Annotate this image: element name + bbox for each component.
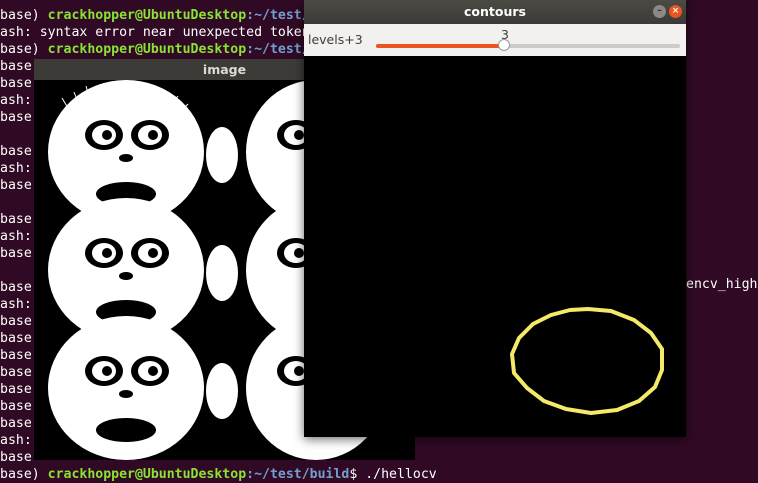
terminal-line: base (0, 109, 32, 126)
terminal-line: ash: (0, 92, 32, 109)
terminal-line-pre: base (0, 280, 32, 295)
terminal-line-pre: base (0, 144, 32, 159)
terminal-line: base (0, 347, 32, 364)
terminal-line: base (0, 449, 32, 466)
terminal-line: ash: (0, 160, 32, 177)
terminal-line-pre: base (0, 212, 32, 227)
terminal-line-pre: base (0, 246, 32, 261)
contour-drawing (510, 307, 664, 415)
terminal-line: base (0, 398, 32, 415)
terminal-line: base) crackhopper@UbuntuDesktop:~/test/b… (0, 41, 326, 58)
contour-ellipse (510, 307, 664, 415)
terminal-line-pre: base (0, 416, 32, 431)
trackbar-track[interactable] (376, 39, 680, 51)
terminal-line-pre: ash: syntax error near unexpected token (0, 25, 310, 40)
terminal-line-path: :~/test/build (246, 467, 350, 482)
terminal-line: base (0, 364, 32, 381)
terminal-line: base (0, 330, 32, 347)
trackbar-label: levels+3 (308, 32, 363, 47)
contours-window-title[interactable]: contours (304, 0, 686, 24)
trackbar-handle[interactable] (497, 39, 510, 51)
terminal-line: base (0, 211, 32, 228)
terminal-line-pre: base (0, 178, 32, 193)
terminal-line: base (0, 279, 32, 296)
contours-window[interactable]: contours – × levels+3 3 (304, 0, 686, 437)
terminal-line-pre: base) (0, 467, 48, 482)
terminal-line-pre: base (0, 348, 32, 363)
terminal-line-user: crackhopper@UbuntuDesktop (47, 467, 247, 482)
terminal-right-fragment: encv_highg (686, 277, 758, 292)
terminal-line-pre: base (0, 110, 32, 125)
terminal-line: base (0, 415, 32, 432)
levels-trackbar[interactable]: levels+3 3 (304, 24, 686, 56)
terminal-line: base (0, 245, 32, 262)
terminal-line: base (0, 143, 32, 160)
terminal-line: ash: (0, 228, 32, 245)
terminal-line-pre: ash: (0, 229, 32, 244)
terminal-line: ash: (0, 296, 32, 313)
terminal-line-pre: base (0, 314, 32, 329)
terminal-line-pre: base (0, 331, 32, 346)
terminal-line-pre: base (0, 365, 32, 380)
terminal-line-post: $ ./hellocv (349, 467, 437, 482)
close-icon[interactable]: × (669, 5, 682, 18)
terminal-line: base) crackhopper@UbuntuDesktop:~/test/b… (0, 7, 326, 24)
terminal-line-pre: ash: (0, 93, 32, 108)
terminal-line: base (0, 75, 32, 92)
trackbar-fill (376, 44, 504, 48)
terminal-line-pre: base) (0, 42, 48, 57)
terminal-line-pre: ash: (0, 297, 32, 312)
minimize-icon[interactable]: – (653, 5, 666, 18)
terminal-line-pre: base (0, 399, 32, 414)
terminal-line: base (0, 313, 32, 330)
terminal-line-user: crackhopper@UbuntuDesktop (47, 42, 247, 57)
contours-canvas (304, 56, 686, 437)
terminal-line-pre: ash: (0, 433, 32, 448)
terminal-line-pre: ash: (0, 161, 32, 176)
terminal-line-pre: base (0, 382, 32, 397)
terminal-line-pre: base) (0, 8, 48, 23)
terminal-line-user: crackhopper@UbuntuDesktop (47, 8, 247, 23)
terminal-line: ash: (0, 432, 32, 449)
terminal-line-pre: base (0, 76, 32, 91)
terminal-line: base (0, 381, 32, 398)
terminal-line: ash: syntax error near unexpected token (0, 24, 310, 41)
terminal-line-pre: base (0, 450, 32, 465)
terminal-line: base) crackhopper@UbuntuDesktop:~/test/b… (0, 466, 437, 483)
terminal-line: base (0, 177, 32, 194)
